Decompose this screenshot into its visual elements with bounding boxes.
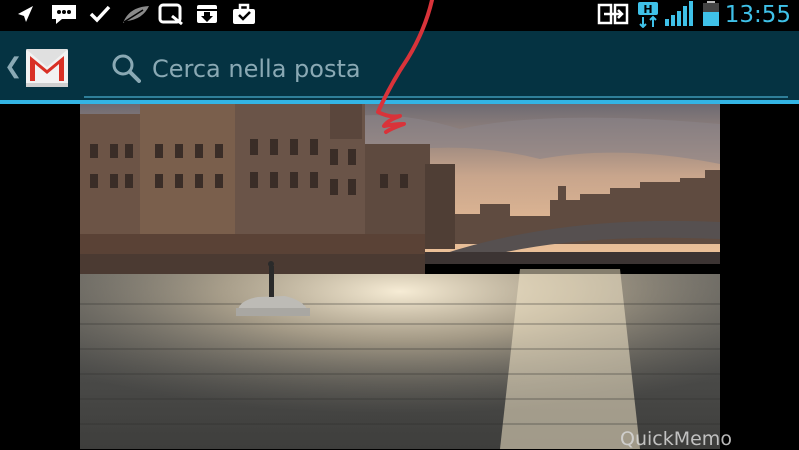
screen-mirror-icon <box>597 3 629 25</box>
search-bar[interactable] <box>84 44 788 98</box>
chat-icon <box>52 5 76 24</box>
search-input[interactable] <box>150 50 754 88</box>
attachment-viewer: QuickMemo <box>0 104 799 450</box>
signal-icon <box>665 1 693 26</box>
network-h-icon: H <box>638 2 658 28</box>
message-icon <box>158 3 183 25</box>
feather-icon <box>123 6 149 23</box>
gmail-logo[interactable] <box>24 45 70 89</box>
briefcase-icon <box>233 3 255 24</box>
chevron-left-icon[interactable]: ❮ <box>4 55 22 79</box>
search-icon[interactable] <box>111 53 141 83</box>
svg-text:H: H <box>643 3 652 16</box>
check-icon <box>89 5 111 23</box>
status-bar: H 13:55 <box>0 0 799 31</box>
river-photo[interactable] <box>80 104 720 449</box>
download-icon <box>197 5 217 23</box>
quickmemo-watermark: QuickMemo <box>620 428 732 450</box>
navigation-icon <box>18 6 33 22</box>
battery-icon <box>703 1 719 26</box>
status-clock: 13:55 <box>724 2 791 28</box>
